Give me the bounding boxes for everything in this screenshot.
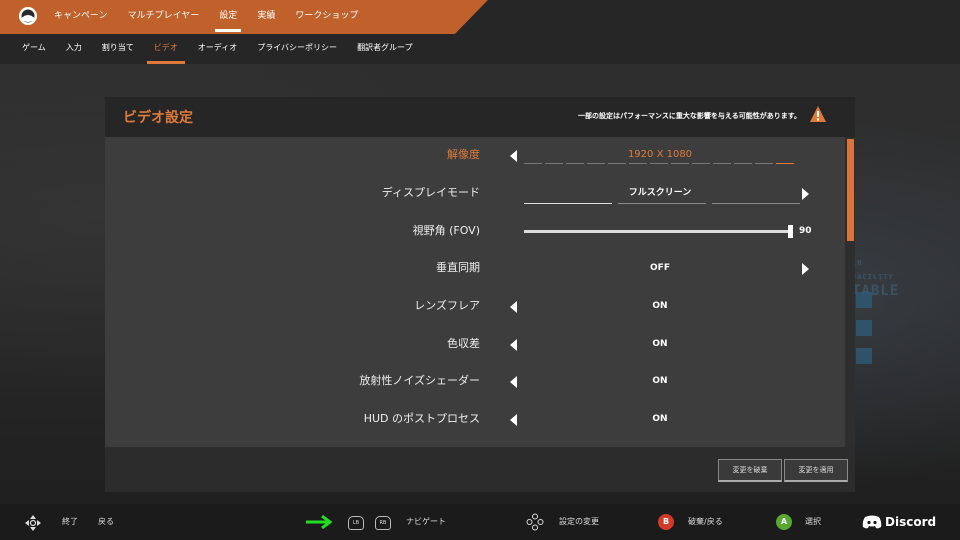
video-settings-panel: ビデオ設定 一部の設定はパフォーマンスに重大な影響を与える可能性があります。 解…: [105, 97, 855, 492]
nav-settings[interactable]: 設定: [209, 0, 247, 32]
tab-video[interactable]: ビデオ: [144, 34, 188, 64]
navigate-hint[interactable]: ナビゲート: [406, 504, 446, 540]
setting-label: 垂直同期: [436, 261, 480, 274]
main-nav: キャンペーン マルチプレイヤー 設定 実績 ワークショップ: [44, 0, 368, 32]
setting-row-lens-flare[interactable]: レンズフレア ON: [105, 288, 845, 324]
setting-row-hud-postprocess[interactable]: HUD のポストプロセス ON: [105, 401, 845, 437]
controller-face-buttons-icon: [526, 513, 544, 531]
change-setting-hint[interactable]: 設定の変更: [559, 504, 599, 540]
tab-privacy-policy[interactable]: プライバシーポリシー: [247, 34, 347, 64]
setting-label: 解像度: [447, 148, 480, 161]
chromatic-aberration-prev-arrow-icon[interactable]: [510, 339, 517, 351]
setting-row-display-mode[interactable]: ディスプレイモード フルスクリーン: [105, 175, 845, 211]
controller-hint-bar: 終了 戻る LB RB ナビゲート 設定の変更 B 破棄/戻る A 選択 Dis…: [0, 504, 960, 540]
setting-row-resolution[interactable]: 解像度 1920 X 1080: [105, 137, 845, 173]
display-mode-next-arrow-icon[interactable]: [802, 188, 809, 200]
setting-row-noise-shader[interactable]: 放射性ノイズシェーダー ON: [105, 363, 845, 399]
resolution-value: 1920 X 1080: [627, 149, 693, 160]
a-button-icon: A: [776, 514, 792, 530]
noise-shader-prev-arrow-icon[interactable]: [510, 376, 517, 388]
nav-workshop[interactable]: ワークショップ: [285, 0, 368, 30]
tab-bindings[interactable]: 割り当て: [92, 34, 144, 64]
hud-postprocess-prev-arrow-icon[interactable]: [510, 414, 517, 426]
settings-list: 解像度 1920 X 1080 ディスプレイモード フルスクリーン 視野角 (F…: [105, 137, 845, 447]
top-nav-bar: キャンペーン マルチプレイヤー 設定 実績 ワークショップ: [0, 0, 960, 34]
select-hint[interactable]: 選択: [805, 504, 821, 540]
setting-row-vsync[interactable]: 垂直同期 OFF: [105, 250, 845, 286]
scrollbar-thumb[interactable]: [847, 139, 854, 241]
noise-shader-value: ON: [652, 376, 668, 386]
lens-flare-value: ON: [652, 301, 668, 311]
panel-title: ビデオ設定: [123, 110, 193, 126]
dpad-icon: [25, 515, 41, 531]
discord-label[interactable]: Discord: [885, 504, 936, 540]
green-arrow-icon: [306, 515, 333, 529]
background-sign: CH FACILITY TABLE: [852, 259, 900, 299]
tab-audio[interactable]: オーディオ: [188, 34, 247, 64]
fov-value: 90: [799, 226, 812, 236]
panel-footer: 変更を破棄 変更を適用: [105, 447, 855, 492]
settings-tabs: ゲーム 入力 割り当て ビデオ オーディオ プライバシーポリシー 翻訳者グループ: [12, 34, 423, 64]
resolution-prev-arrow-icon[interactable]: [510, 150, 517, 162]
nav-achievements[interactable]: 実績: [247, 0, 285, 30]
settings-scrollbar[interactable]: [845, 137, 855, 447]
fov-slider-handle[interactable]: [788, 225, 793, 238]
panel-header: ビデオ設定 一部の設定はパフォーマンスに重大な影響を与える可能性があります。: [105, 97, 855, 137]
nav-multiplayer[interactable]: マルチプレイヤー: [118, 0, 210, 30]
chromatic-aberration-value: ON: [652, 339, 668, 349]
exit-hint[interactable]: 終了: [62, 504, 78, 540]
display-mode-value: フルスクリーン: [628, 188, 692, 198]
lens-flare-prev-arrow-icon[interactable]: [510, 301, 517, 313]
hud-postprocess-value: ON: [652, 414, 668, 424]
tab-translators[interactable]: 翻訳者グループ: [347, 34, 423, 64]
discard-changes-button[interactable]: 変更を破棄: [718, 459, 782, 482]
nav-campaign[interactable]: キャンペーン: [44, 0, 118, 30]
setting-label: ディスプレイモード: [381, 186, 480, 199]
apply-changes-button[interactable]: 変更を適用: [784, 459, 848, 482]
lb-button-icon: LB: [348, 516, 364, 530]
background-panels: [856, 292, 872, 376]
discard-back-hint[interactable]: 破棄/戻る: [688, 504, 723, 540]
vsync-next-arrow-icon[interactable]: [802, 263, 809, 275]
rb-button-icon: RB: [375, 516, 391, 530]
setting-label: 視野角 (FOV): [412, 224, 480, 237]
setting-label: 放射性ノイズシェーダー: [359, 374, 480, 387]
b-button-icon: B: [658, 514, 674, 530]
setting-row-fov[interactable]: 視野角 (FOV) 90: [105, 213, 845, 249]
display-mode-option-indicator: [524, 203, 806, 204]
vsync-value: OFF: [650, 263, 670, 273]
setting-row-chromatic-aberration[interactable]: 色収差 ON: [105, 326, 845, 362]
tab-input[interactable]: 入力: [56, 34, 92, 64]
performance-warning-text: 一部の設定はパフォーマンスに重大な影響を与える可能性があります。: [578, 112, 801, 120]
resolution-option-indicator: [524, 163, 797, 164]
setting-label: レンズフレア: [414, 299, 480, 312]
fov-slider-track[interactable]: [524, 230, 792, 233]
settings-tab-bar: ゲーム 入力 割り当て ビデオ オーディオ プライバシーポリシー 翻訳者グループ: [0, 34, 960, 64]
tab-game[interactable]: ゲーム: [12, 34, 56, 64]
warning-icon: [810, 106, 826, 122]
game-logo-icon: [19, 7, 37, 25]
setting-label: HUD のポストプロセス: [363, 412, 480, 425]
back-hint[interactable]: 戻る: [98, 504, 114, 540]
discord-icon: [862, 515, 882, 529]
setting-label: 色収差: [447, 337, 480, 350]
